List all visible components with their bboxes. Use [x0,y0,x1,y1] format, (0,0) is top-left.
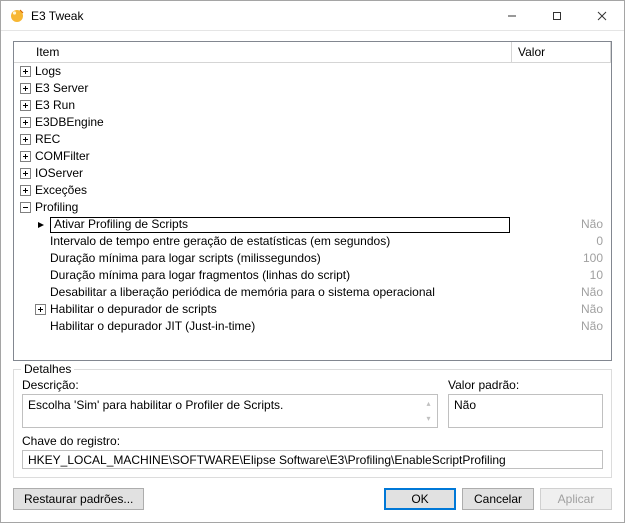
tree-row[interactable]: Habilitar o depurador de scripts Não [14,301,611,318]
tree-value: 10 [512,267,611,284]
cancel-button[interactable]: Cancelar [462,488,534,510]
tree-row[interactable]: Logs [14,63,611,80]
tree-label: IOServer [35,165,83,182]
tree-header: Item Valor [14,42,611,63]
tree-body[interactable]: Logs E3 Server E3 Run [14,63,611,360]
window-title: E3 Tweak [31,9,489,23]
tree-row[interactable]: E3DBEngine [14,114,611,131]
descricao-field: Escolha 'Sim' para habilitar o Profiler … [22,394,438,428]
selected-item-box[interactable]: Ativar Profiling de Scripts [50,217,510,233]
expand-icon[interactable] [20,168,31,179]
expand-icon[interactable] [35,304,46,315]
tree-label: Ativar Profiling de Scripts [54,217,188,233]
tree-row-profiling[interactable]: Profiling [14,199,611,216]
column-header-valor[interactable]: Valor [512,42,611,62]
tree-label: Logs [35,63,61,80]
tree-label: Intervalo de tempo entre geração de esta… [50,233,390,250]
titlebar: E3 Tweak [1,1,624,31]
tree-row[interactable]: Desabilitar a liberação periódica de mem… [14,284,611,301]
tree-row[interactable]: Habilitar o depurador JIT (Just-in-time)… [14,318,611,335]
close-button[interactable] [579,1,624,30]
chave-field: HKEY_LOCAL_MACHINE\SOFTWARE\Elipse Softw… [22,450,603,469]
details-legend: Detalhes [21,362,74,376]
expand-icon[interactable] [20,100,31,111]
tree-label: E3DBEngine [35,114,104,131]
chave-label: Chave do registro: [22,434,603,448]
collapse-icon[interactable] [20,202,31,213]
expand-icon[interactable] [20,66,31,77]
tree-value: Não [512,301,611,318]
tree-value: 0 [512,233,611,250]
app-icon [9,8,25,24]
tree-value: Não [512,216,611,233]
tree-label: Profiling [35,199,78,216]
tree-label: Desabilitar a liberação periódica de mem… [50,284,435,301]
selected-arrow-icon [35,221,46,229]
tree-value: 100 [512,250,611,267]
tree-row[interactable]: E3 Run [14,97,611,114]
column-header-item[interactable]: Item [14,42,512,62]
tree-row[interactable]: E3 Server [14,80,611,97]
descricao-text: Escolha 'Sim' para habilitar o Profiler … [28,398,283,412]
scroll-up-icon[interactable]: ▴ [421,396,436,411]
valor-padrao-text: Não [454,398,476,412]
tree-value: Não [512,284,611,301]
tree-row[interactable]: Duração mínima para logar fragmentos (li… [14,267,611,284]
expand-icon[interactable] [20,117,31,128]
details-group: Detalhes Descrição: Escolha 'Sim' para h… [13,369,612,478]
tree-label: Exceções [35,182,87,199]
tree-label: Habilitar o depurador JIT (Just-in-time) [50,318,255,335]
tree-row[interactable]: COMFilter [14,148,611,165]
descricao-label: Descrição: [22,378,438,392]
tree-row[interactable]: Intervalo de tempo entre geração de esta… [14,233,611,250]
expand-icon[interactable] [20,134,31,145]
tree-label: Habilitar o depurador de scripts [50,301,217,318]
ok-button[interactable]: OK [384,488,456,510]
valor-padrao-field: Não [448,394,603,428]
tree-row[interactable]: REC [14,131,611,148]
tree-label: E3 Server [35,80,88,97]
chave-text: HKEY_LOCAL_MACHINE\SOFTWARE\Elipse Softw… [28,453,506,467]
tree-label: Duração mínima para logar fragmentos (li… [50,267,350,284]
minimize-button[interactable] [489,1,534,30]
apply-button: Aplicar [540,488,612,510]
valor-padrao-label: Valor padrão: [448,378,603,392]
tree-value: Não [512,318,611,335]
expand-icon[interactable] [20,185,31,196]
tree-row[interactable]: Duração mínima para logar scripts (milis… [14,250,611,267]
scrollbar[interactable]: ▴ ▾ [421,396,436,426]
restore-defaults-button[interactable]: Restaurar padrões... [13,488,144,510]
expand-icon[interactable] [20,151,31,162]
button-row: Restaurar padrões... OK Cancelar Aplicar [1,478,624,522]
tree-row[interactable]: Exceções [14,182,611,199]
scroll-down-icon[interactable]: ▾ [421,411,436,426]
tree-label: COMFilter [35,148,90,165]
tree-label: Duração mínima para logar scripts (milis… [50,250,321,267]
window-controls [489,1,624,30]
tree-label: E3 Run [35,97,75,114]
tree-row-selected[interactable]: Ativar Profiling de Scripts Não [14,216,611,233]
maximize-button[interactable] [534,1,579,30]
content-area: Item Valor Logs E3 Server [1,31,624,478]
app-window: E3 Tweak Item Valor [0,0,625,523]
tree-label: REC [35,131,60,148]
tree-panel: Item Valor Logs E3 Server [13,41,612,361]
expand-icon[interactable] [20,83,31,94]
tree-row[interactable]: IOServer [14,165,611,182]
